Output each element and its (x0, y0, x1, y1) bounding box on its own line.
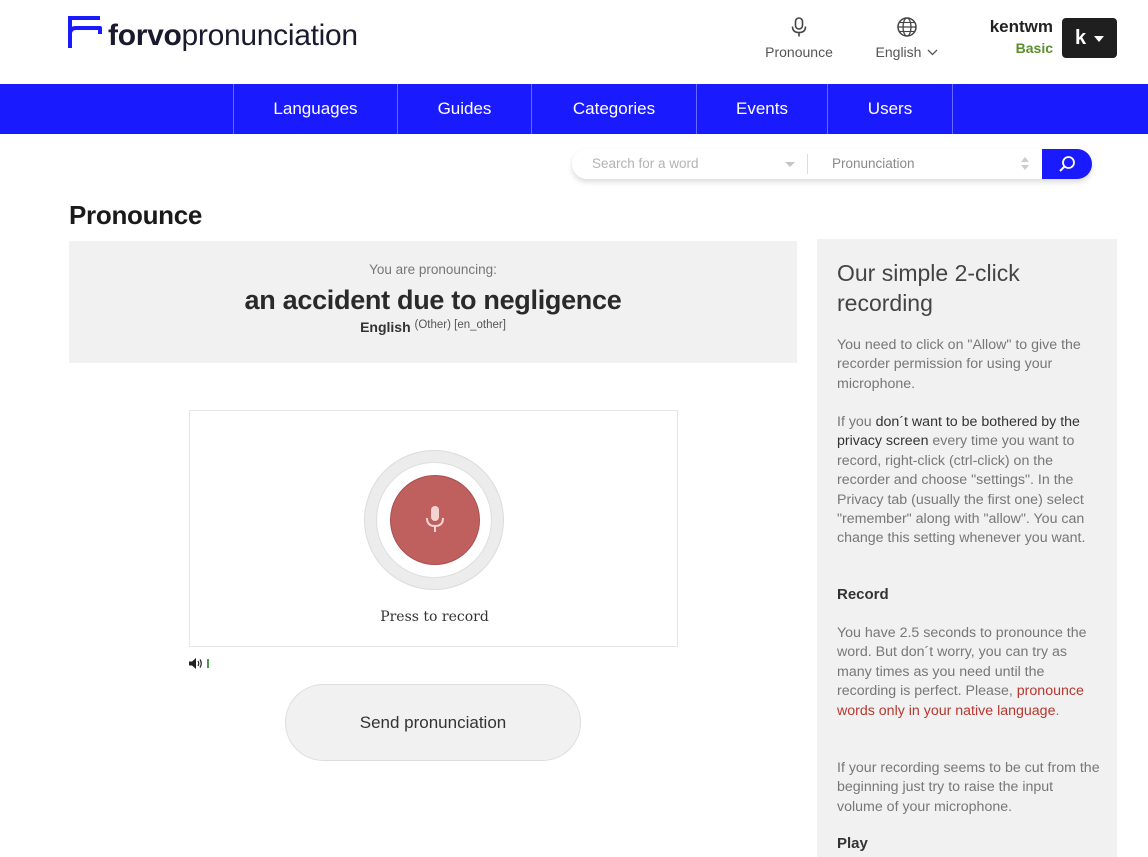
record-instruction: Press to record (380, 609, 489, 625)
user-info: kentwm Basic (983, 17, 1053, 56)
sidebar-heading-play: Play (837, 835, 868, 852)
language-label: English (875, 44, 922, 60)
sidebar-title: Our simple 2-click recording (837, 260, 1020, 316)
search-button[interactable] (1042, 149, 1092, 179)
forvo-logo[interactable]: forvopronunciation (68, 16, 358, 56)
search-input[interactable] (592, 156, 802, 171)
main-nav: Languages Guides Categories Events Users (0, 84, 1148, 134)
select-arrows-icon[interactable] (1021, 157, 1029, 171)
help-sidebar: Our simple 2-click recording You need to… (817, 239, 1117, 857)
search-dropdown-caret-icon[interactable] (785, 162, 795, 167)
record-button[interactable] (364, 450, 504, 590)
logo-wordmark: forvopronunciation (108, 19, 358, 52)
page-title: Pronounce (69, 200, 203, 230)
volume-meter (188, 656, 218, 670)
forvo-logo-icon (68, 16, 102, 48)
speaker-icon (189, 657, 202, 669)
pronouncing-panel: You are pronouncing: an accident due to … (69, 241, 797, 363)
record-button-core[interactable] (390, 475, 480, 565)
nav-guides[interactable]: Guides (397, 84, 531, 134)
user-menu-button[interactable]: k (1062, 18, 1117, 58)
word-language: English (Other) [en_other] (69, 319, 797, 335)
sidebar-paragraph-record: You have 2.5 seconds to pronounce the wo… (837, 625, 1087, 719)
nav-categories[interactable]: Categories (531, 84, 696, 134)
nav-users[interactable]: Users (827, 84, 953, 134)
sidebar-paragraph-allow: You need to click on "Allow" to give the… (837, 337, 1081, 392)
header-pronounce-link[interactable]: Pronounce (760, 16, 838, 60)
microphone-icon (426, 506, 444, 532)
pronounce-label: Pronounce (765, 44, 833, 60)
nav-languages[interactable]: Languages (233, 84, 397, 134)
search-type-select[interactable]: Pronunciation (832, 156, 915, 171)
language-variant: (Other) [en_other] (414, 319, 506, 331)
recorder-panel: Press to record (189, 410, 678, 647)
caret-down-icon (1094, 36, 1105, 42)
language-name: English (360, 319, 411, 335)
pronouncing-subtitle: You are pronouncing: (369, 262, 497, 277)
nav-events[interactable]: Events (696, 84, 827, 134)
sidebar-paragraph-privacy: If you don´t want to be bothered by the … (837, 414, 1086, 547)
username[interactable]: kentwm (983, 17, 1053, 37)
search-icon (1059, 156, 1075, 172)
chevron-down-icon (927, 49, 938, 55)
globe-icon (897, 17, 917, 37)
sidebar-heading-record: Record (837, 586, 889, 603)
send-pronunciation-button[interactable]: Send pronunciation (285, 684, 581, 761)
record-button-ring (376, 462, 492, 578)
search-bar: Pronunciation (572, 149, 1092, 179)
pronounced-word: an accident due to negligence (244, 285, 622, 315)
volume-level-bar (207, 658, 209, 668)
microphone-icon (791, 17, 807, 37)
site-header: forvopronunciation Pronounce English ken… (0, 0, 1148, 84)
search-divider (807, 154, 808, 174)
avatar: k (1074, 26, 1087, 49)
sidebar-paragraph-volume: If your recording seems to be cut from t… (837, 760, 1100, 815)
header-language-selector[interactable]: English (868, 16, 946, 60)
plan-badge: Basic (1015, 40, 1053, 56)
